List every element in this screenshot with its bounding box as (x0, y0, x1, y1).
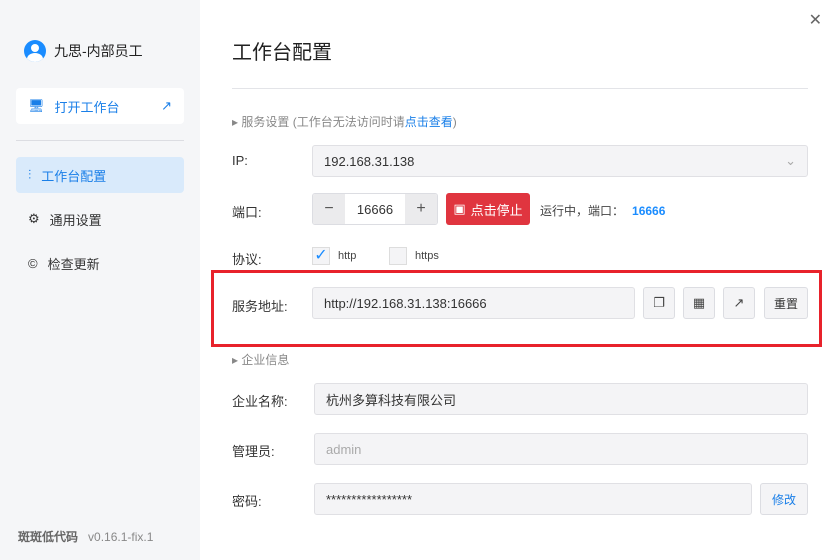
open-workbench-label: 打开工作台 (54, 99, 120, 115)
address-field[interactable]: http://192.168.31.138:16666 (312, 287, 635, 319)
port-label: 端口: (232, 205, 262, 220)
monitor-icon: 🖥 (28, 98, 45, 113)
user-name: 九思-内部员工 (54, 43, 143, 59)
increment-button[interactable]: + (405, 194, 437, 224)
divider (16, 140, 184, 141)
sidebar-item-label: 通用设置 (49, 212, 102, 228)
version-label: v0.16.1-fix.1 (88, 529, 154, 544)
user-profile[interactable]: 九思-内部员工 (24, 40, 143, 62)
copy-icon: ❐ (653, 295, 665, 310)
company-name-field[interactable]: 杭州多算科技有限公司 (314, 383, 808, 415)
version-info: 斑斑低代码 v0.16.1-fix.1 (18, 528, 153, 545)
ip-select[interactable]: 192.168.31.138 ⌄ (312, 145, 808, 177)
avatar-icon (24, 40, 46, 62)
sliders-icon: ⫶ (28, 167, 32, 182)
ip-value: 192.168.31.138 (324, 153, 415, 169)
sidebar-item-label: 工作台配置 (41, 168, 107, 184)
sidebar: 九思-内部员工 🖥 打开工作台 ↗ ⫶ 工作台配置 ⚙ 通用设置 © 检查更新 斑斑低代码… (0, 0, 200, 560)
brand-logo: 斑斑低代码 (18, 530, 79, 544)
password-label: 密码: (232, 494, 262, 509)
reset-button[interactable]: 重置 (764, 287, 808, 319)
section-title: 服务设置 (241, 115, 290, 129)
edit-password-button[interactable]: 修改 (760, 483, 808, 515)
stop-icon: ▣ (453, 201, 466, 216)
company-name-label: 企业名称: (232, 394, 288, 409)
https-checkbox[interactable]: https (389, 247, 439, 265)
sidebar-item-check-update[interactable]: © 检查更新 (16, 245, 184, 281)
gear-icon: ⚙ (28, 211, 40, 226)
open-workbench-button[interactable]: 🖥 打开工作台 ↗ (16, 88, 184, 124)
status-text: 运行中，端口： 16666 (540, 202, 665, 219)
status-label: 运行中，端口： (540, 204, 625, 218)
status-port: 16666 (632, 204, 666, 218)
section-title: 企业信息 (241, 353, 290, 367)
chevron-down-icon: ⌄ (785, 153, 796, 168)
refresh-icon: © (28, 255, 38, 271)
http-checkbox[interactable]: ✓ http (312, 247, 356, 265)
external-link-icon: ↗ (733, 295, 745, 310)
password-value: ***************** (326, 491, 413, 507)
close-icon[interactable]: ✕ (809, 10, 822, 30)
hint-text: ) (452, 115, 457, 129)
ip-label: IP: (232, 153, 248, 168)
password-field[interactable]: ***************** (314, 483, 752, 515)
port-input[interactable]: 16666 (345, 194, 405, 224)
admin-label: 管理员: (232, 444, 275, 459)
open-link-button[interactable]: ↗ (723, 287, 755, 319)
qrcode-icon: ▦ (692, 295, 706, 310)
service-section-heading[interactable]: ▸ 服务设置 (工作台无法访问时请点击查看) (232, 113, 457, 130)
view-help-link[interactable]: 点击查看 (405, 115, 453, 129)
address-value: http://192.168.31.138:16666 (324, 295, 487, 311)
sidebar-item-label: 检查更新 (47, 256, 100, 272)
divider (232, 88, 808, 89)
qrcode-button[interactable]: ▦ (683, 287, 715, 319)
admin-value: admin (326, 441, 362, 457)
checkbox-box (389, 247, 407, 265)
decrement-button[interactable]: − (313, 194, 345, 224)
sidebar-item-general-settings[interactable]: ⚙ 通用设置 (16, 201, 184, 237)
address-label: 服务地址: (232, 299, 288, 314)
sidebar-item-workbench-config[interactable]: ⫶ 工作台配置 (16, 157, 184, 193)
stop-button[interactable]: ▣ 点击停止 (446, 193, 530, 225)
port-stepper: −16666 + (312, 193, 438, 225)
company-section-heading[interactable]: ▸ 企业信息 (232, 351, 289, 368)
check-icon: ✓ (312, 247, 330, 265)
checkbox-label: http (338, 250, 357, 262)
hint-text: (工作台无法访问时请 (292, 115, 405, 129)
stop-label: 点击停止 (470, 202, 523, 218)
page-title: 工作台配置 (232, 42, 332, 64)
copy-button[interactable]: ❐ (643, 287, 675, 319)
admin-field[interactable]: admin (314, 433, 808, 465)
external-link-icon: ↗ (161, 98, 172, 113)
company-name-value: 杭州多算科技有限公司 (326, 392, 457, 408)
protocol-label: 协议: (232, 252, 262, 267)
checkbox-label: https (415, 250, 439, 262)
